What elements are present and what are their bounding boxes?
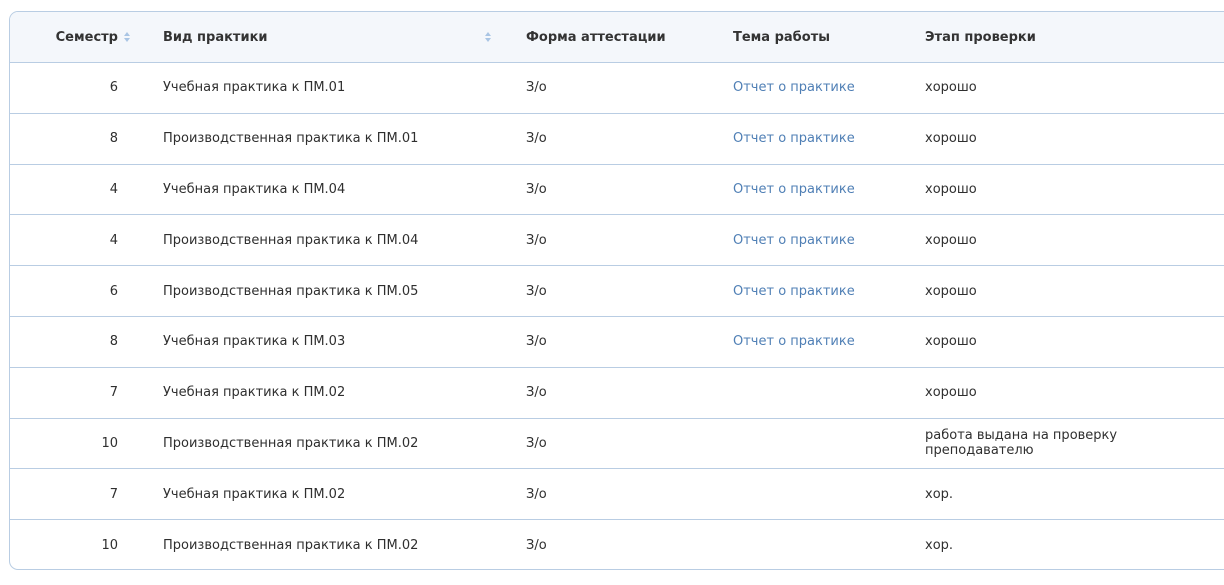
cell-attestation-form: З/о <box>526 435 547 451</box>
practice-type-sort-icon[interactable] <box>483 29 493 45</box>
cell-attestation-form: З/о <box>526 80 547 96</box>
cell-review-stage: хорошо <box>925 334 977 350</box>
cell-review-stage: работа выдана на проверку преподавателю <box>925 428 1118 459</box>
header-attestation-form: Форма аттестации <box>526 30 733 45</box>
cell-practice-type: Учебная практика к ПМ.04 <box>163 181 346 197</box>
work-topic-link[interactable]: Отчет о практике <box>733 233 855 248</box>
cell-attestation-form: З/о <box>526 385 547 401</box>
work-topic-link[interactable]: Отчет о практике <box>733 182 855 197</box>
work-topic-link[interactable]: Отчет о практике <box>733 284 855 299</box>
work-topic-link[interactable]: Отчет о практике <box>733 131 855 146</box>
cell-attestation-form: З/о <box>526 283 547 299</box>
table-row: 6 Учебная практика к ПМ.01 З/о Отчет о прак… <box>10 63 1224 114</box>
cell-attestation-form: З/о <box>526 486 547 502</box>
header-work-topic-label: Тема работы <box>733 29 830 45</box>
table-row: 10 Производственная практика к ПМ.02 З/о хо… <box>10 520 1224 569</box>
cell-practice-type: Производственная практика к ПМ.02 <box>163 435 419 451</box>
work-topic-link[interactable]: Отчет о практике <box>733 334 855 349</box>
cell-work-topic: Отчет о практике <box>733 284 925 299</box>
cell-semester: 10 <box>101 435 118 451</box>
header-practice-type[interactable]: Вид практики <box>163 30 497 45</box>
header-work-topic: Тема работы <box>733 30 925 45</box>
cell-attestation-form: З/о <box>526 131 547 147</box>
cell-semester: 7 <box>109 486 118 502</box>
cell-review-stage: хорошо <box>925 385 977 401</box>
table-header: Семестр Вид практики Форма аттестации Те… <box>10 12 1224 63</box>
practice-table: Семестр Вид практики Форма аттестации Те… <box>9 11 1224 570</box>
cell-review-stage: хорошо <box>925 181 977 197</box>
cell-semester: 6 <box>109 283 118 299</box>
cell-work-topic: Отчет о практике <box>733 334 925 349</box>
table-row: 4 Учебная практика к ПМ.04 З/о Отчет о прак… <box>10 165 1224 216</box>
cell-attestation-form: З/о <box>526 538 547 554</box>
table-row: 8 Производственная практика к ПМ.01 З/о Отч… <box>10 114 1224 165</box>
header-review-stage-label: Этап проверки <box>925 29 1036 45</box>
cell-review-stage: хор. <box>925 538 954 554</box>
cell-semester: 4 <box>109 181 118 197</box>
cell-review-stage: хор. <box>925 486 954 502</box>
table-row: 7 Учебная практика к ПМ.02 З/о хорошо <box>10 368 1224 419</box>
cell-semester: 8 <box>109 334 118 350</box>
header-semester[interactable]: Семестр <box>10 29 132 45</box>
header-attestation-form-label: Форма аттестации <box>526 29 666 45</box>
table-body: 6 Учебная практика к ПМ.01 З/о Отчет о прак… <box>10 63 1224 569</box>
table-row: 7 Учебная практика к ПМ.02 З/о хор. <box>10 469 1224 521</box>
cell-practice-type: Учебная практика к ПМ.01 <box>163 80 346 96</box>
cell-work-topic: Отчет о практике <box>733 80 925 95</box>
cell-practice-type: Производственная практика к ПМ.05 <box>163 283 419 299</box>
cell-practice-type: Производственная практика к ПМ.04 <box>163 232 419 248</box>
cell-semester: 7 <box>109 385 118 401</box>
cell-review-stage: хорошо <box>925 283 977 299</box>
table-row: 6 Производственная практика к ПМ.05 З/о Отч… <box>10 266 1224 317</box>
header-practice-type-label: Вид практики <box>163 29 268 45</box>
cell-practice-type: Учебная практика к ПМ.02 <box>163 385 346 401</box>
table-row: 8 Учебная практика к ПМ.03 З/о Отчет о прак… <box>10 317 1224 368</box>
cell-semester: 8 <box>109 131 118 147</box>
header-review-stage: Этап проверки <box>925 30 1224 45</box>
table-row: 4 Производственная практика к ПМ.04 З/о Отч… <box>10 215 1224 267</box>
cell-work-topic: Отчет о практике <box>733 182 925 197</box>
cell-review-stage: хорошо <box>925 80 977 96</box>
cell-semester: 4 <box>109 232 118 248</box>
cell-work-topic: Отчет о практике <box>733 131 925 146</box>
cell-semester: 10 <box>101 538 118 554</box>
table-row: 10 Производственная практика к ПМ.02 З/о ра… <box>10 419 1224 470</box>
cell-attestation-form: З/о <box>526 334 547 350</box>
cell-work-topic: Отчет о практике <box>733 233 925 248</box>
cell-practice-type: Производственная практика к ПМ.02 <box>163 538 419 554</box>
cell-attestation-form: З/о <box>526 232 547 248</box>
work-topic-link[interactable]: Отчет о практике <box>733 80 855 95</box>
cell-semester: 6 <box>109 80 118 96</box>
cell-practice-type: Производственная практика к ПМ.01 <box>163 131 419 147</box>
header-semester-label: Семестр <box>55 29 118 45</box>
cell-review-stage: хорошо <box>925 131 977 147</box>
cell-practice-type: Учебная практика к ПМ.03 <box>163 334 346 350</box>
cell-practice-type: Учебная практика к ПМ.02 <box>163 486 346 502</box>
cell-review-stage: хорошо <box>925 232 977 248</box>
semester-sort-icon[interactable] <box>122 29 132 45</box>
cell-attestation-form: З/о <box>526 181 547 197</box>
